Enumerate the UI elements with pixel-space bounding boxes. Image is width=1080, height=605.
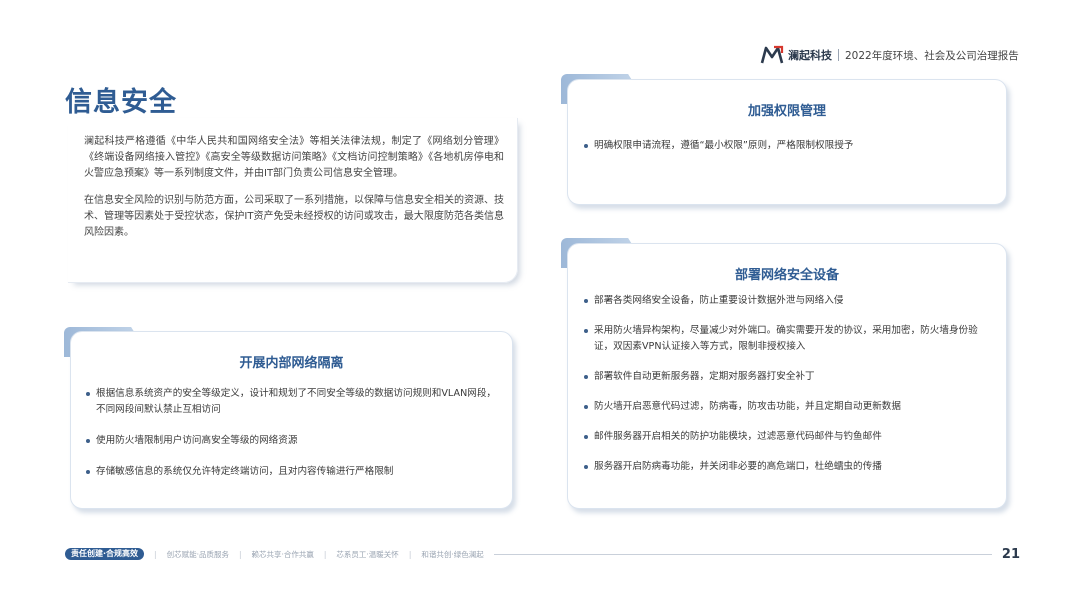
report-title: 2022年度环境、社会及公司治理报告 xyxy=(845,49,1019,62)
footer-section-link: 创芯赋能·品质服务 xyxy=(166,549,229,559)
page-number: 21 xyxy=(1001,546,1020,562)
footer-divider: | xyxy=(238,549,242,559)
company-name: 澜起科技 xyxy=(788,49,832,62)
intro-paragraph: 澜起科技严格遵循《中华人民共和国网络安全法》等相关法律法规，制定了《网络划分管理… xyxy=(84,136,504,180)
company-logo-icon xyxy=(760,45,784,64)
intro-text: 澜起科技严格遵循《中华人民共和国网络安全法》等相关法律法规，制定了《网络划分管理… xyxy=(84,134,504,241)
list-item: 明确权限申请流程，遵循“最小权限”原则，严格限制权限授予 xyxy=(584,138,994,154)
list-item: 邮件服务器开启相关的防护功能模块，过滤恶意代码邮件与钓鱼邮件 xyxy=(584,429,994,445)
devices-list: 部署各类网络安全设备，防止重要设计数据外泄与网络入侵 采用防火墙异构架构，尽量减… xyxy=(584,293,994,475)
devices-card-title: 部署网络安全设备 xyxy=(734,268,839,283)
list-item: 服务器开启防病毒功能，并关闭非必要的高危端口，杜绝蠕虫的传播 xyxy=(584,459,994,475)
footer-divider: | xyxy=(323,549,327,559)
footer-active-section: 责任创建·合规高效 xyxy=(65,548,145,560)
footer-section-link: 芯系员工·温暖关怀 xyxy=(336,549,399,559)
page-footer: 责任创建·合规高效 | 创芯赋能·品质服务 | 赖芯共享·合作共赢 | 芯系员工… xyxy=(65,546,1020,562)
list-item: 部署软件自动更新服务器，定期对服务器打安全补丁 xyxy=(584,369,994,385)
footer-divider: | xyxy=(154,549,157,559)
intro-paragraph: 在信息安全风险的识别与防范方面，公司采取了一系列措施，以保障与信息安全相关的资源… xyxy=(84,194,504,239)
list-item: 使用防火墙限制用户访问高安全等级的网络资源 xyxy=(86,433,501,449)
list-item: 根据信息系统资产的安全等级定义，设计和规划了不同安全等级的数据访问规则和VLAN… xyxy=(86,386,501,418)
page-title: 信息安全 xyxy=(65,87,177,118)
isolation-card-title: 开展内部网络隔离 xyxy=(239,356,344,371)
isolation-list: 根据信息系统资产的安全等级定义，设计和规划了不同安全等级的数据访问规则和VLAN… xyxy=(86,386,501,480)
list-item: 存储敏感信息的系统仅允许特定终端访问，且对内容传输进行严格限制 xyxy=(86,464,501,480)
report-header: 澜起科技 2022年度环境、社会及公司治理报告 xyxy=(760,45,1019,65)
list-item: 部署各类网络安全设备，防止重要设计数据外泄与网络入侵 xyxy=(584,293,994,309)
footer-rule xyxy=(493,553,992,555)
footer-divider: | xyxy=(408,549,412,559)
footer-section-link: 和谐共创·绿色澜起 xyxy=(421,549,484,559)
permissions-card-title: 加强权限管理 xyxy=(747,104,826,119)
permissions-list: 明确权限申请流程，遵循“最小权限”原则，严格限制权限授予 xyxy=(584,138,994,154)
header-divider xyxy=(838,49,839,61)
footer-section-link: 赖芯共享·合作共赢 xyxy=(251,549,314,559)
list-item: 采用防火墙异构架构，尽量减少对外端口。确实需要开发的协议，采用加密，防火墙身份验… xyxy=(584,323,994,355)
list-item: 防火墙开启恶意代码过滤，防病毒，防攻击功能，并且定期自动更新数据 xyxy=(584,399,994,415)
